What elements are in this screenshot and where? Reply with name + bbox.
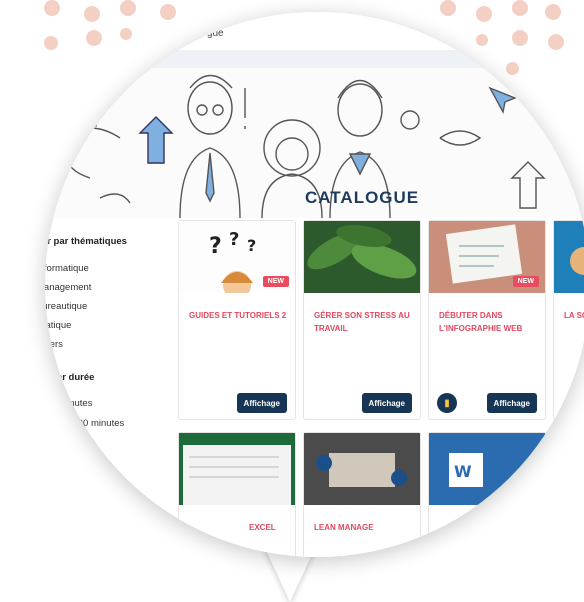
- duration-option[interactable]: ure: [45, 433, 164, 453]
- course-card[interactable]: EXCEL: [178, 432, 296, 557]
- card-title[interactable]: LA SC COM RE: [564, 309, 584, 322]
- filter-bureautique[interactable]: Bureautique: [45, 297, 164, 316]
- card-image-leaves: [304, 221, 420, 293]
- filter-informatique[interactable]: Informatique: [45, 259, 164, 278]
- new-badge: NEW: [262, 276, 289, 287]
- duration-option[interactable]: 10 et 30 minutes: [45, 413, 164, 433]
- svg-text:?: ?: [229, 229, 239, 250]
- lightbulb-icon: [59, 97, 121, 139]
- course-card[interactable]: LA SC COM RE: [553, 220, 584, 420]
- filter-pratique[interactable]: Pratique: [45, 316, 164, 335]
- breadcrumb[interactable]: Catalogue: [178, 28, 224, 39]
- filter-management[interactable]: Management: [45, 278, 164, 297]
- folder-icon[interactable]: ▮: [437, 393, 457, 413]
- card-title[interactable]: GÉRER SON STRESS AU TRAVAIL: [314, 309, 412, 335]
- course-card[interactable]: ? ? ? NEW GUIDES ET TUTORIELS 2 Affichag…: [178, 220, 296, 420]
- svg-text:?: ?: [209, 234, 222, 259]
- duration-option[interactable]: 10 minutes: [45, 393, 164, 413]
- card-image-blue: [554, 221, 584, 293]
- card-title[interactable]: GUIDES ET TUTORIELS 2: [189, 309, 287, 322]
- app-screen: Catalogue CATALOGUE r par thématiques or…: [45, 12, 584, 557]
- card-image-meeting: [304, 433, 420, 505]
- filter-divers[interactable]: Divers: [45, 335, 164, 354]
- themes-heading: Filtrer par thématiques: [45, 236, 127, 247]
- filters-sidebar: Filtrer par thématiques Informatique Man…: [45, 236, 164, 453]
- sub-bar: [45, 50, 584, 68]
- card-image-word: W: [429, 433, 545, 505]
- top-bar: Catalogue: [45, 12, 584, 51]
- course-card[interactable]: W: [428, 432, 546, 557]
- svg-text:?: ?: [247, 236, 256, 255]
- speech-bubble: Catalogue CATALOGUE r par thématiques or…: [0, 0, 584, 602]
- card-title[interactable]: LEAN MANAGE: [314, 521, 412, 534]
- affichage-button[interactable]: Affichage: [486, 393, 537, 413]
- handshake-icon: [439, 130, 482, 146]
- affichage-button[interactable]: Affichage: [361, 393, 412, 413]
- bubble-screen: Catalogue CATALOGUE r par thématiques or…: [45, 12, 584, 557]
- course-card[interactable]: NEW DÉBUTER DANS L'INFOGRAPHIE WEB ▮ Aff…: [428, 220, 546, 420]
- course-card[interactable]: GÉRER SON STRESS AU TRAVAIL Affichage: [303, 220, 421, 420]
- gear-icon: [400, 110, 420, 130]
- card-image-excel: [179, 433, 295, 505]
- new-badge: NEW: [512, 276, 539, 287]
- card-title[interactable]: DÉBUTER DANS L'INFOGRAPHIE WEB: [439, 309, 537, 335]
- svg-text:W: W: [454, 462, 472, 481]
- page-title: CATALOGUE: [305, 188, 420, 207]
- person-left-illustration: [179, 74, 241, 219]
- course-card[interactable]: LEAN MANAGE: [303, 432, 421, 557]
- duration-heading: ltrer par durée: [45, 372, 95, 383]
- affichage-button[interactable]: Affichage: [236, 393, 287, 413]
